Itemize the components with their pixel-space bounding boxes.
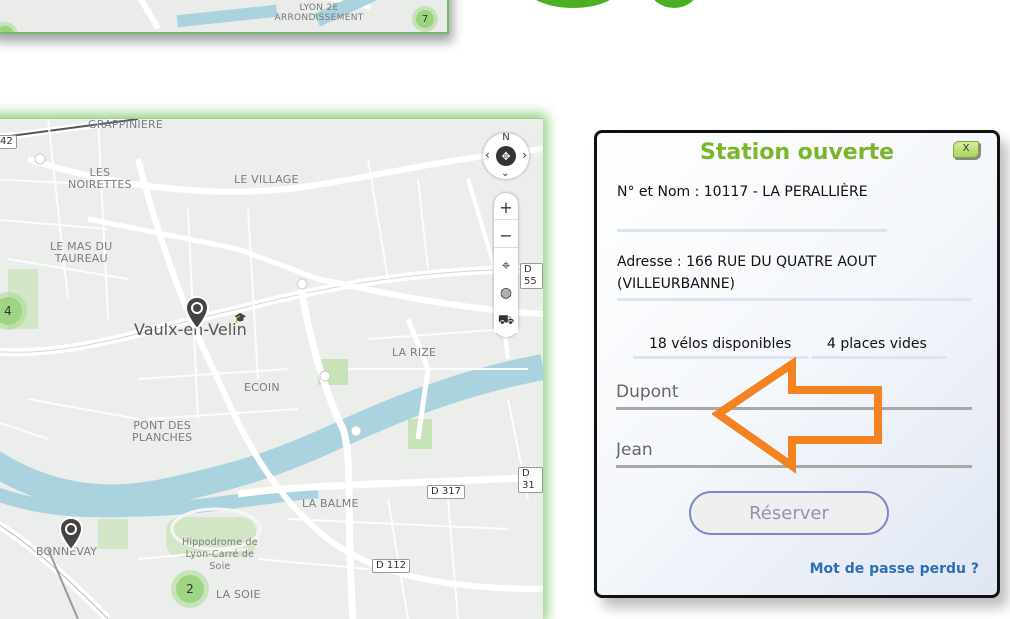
- reserve-button[interactable]: Réserver: [689, 491, 889, 535]
- compass-north-label: N: [502, 132, 510, 143]
- station-address-line2: (VILLEURBANNE): [617, 276, 736, 292]
- road-number: D 31: [518, 467, 543, 493]
- compass-left-arrow-icon[interactable]: ‹: [485, 148, 490, 162]
- bikes-available: 18 vélos disponibles: [649, 336, 792, 352]
- zoom-in-button[interactable]: +: [494, 195, 518, 220]
- map-label: LA RIZE: [392, 346, 437, 359]
- district-label: LYON 2E ARRONDISSEMENT: [274, 3, 364, 23]
- top-map-preview[interactable]: LYON 2E ARRONDISSEMENT 7: [0, 0, 449, 34]
- station-cluster[interactable]: [0, 26, 14, 32]
- decorative-leaf: [528, 0, 618, 8]
- station-number-name: N° et Nom : 10117 - LA PERALLIÈRE: [617, 184, 868, 200]
- zoom-out-button[interactable]: −: [494, 223, 518, 248]
- compass-reset-icon[interactable]: ✥: [496, 146, 516, 166]
- map-label: LES NOIRETTES: [68, 166, 132, 191]
- globe-icon[interactable]: ◍: [494, 281, 518, 305]
- station-map[interactable]: 🎓 42 D 55 D 31 D 317 D 112 GRAPPINIERE L…: [0, 118, 543, 619]
- map-label: LA BALME: [302, 497, 359, 510]
- road-number: D 55: [520, 263, 543, 289]
- divider: [617, 229, 887, 232]
- map-label: Hippodrome de Lyon-Carré de Soie: [182, 537, 258, 572]
- map-label: LE VILLAGE: [234, 173, 299, 186]
- map-label: ECOIN: [244, 381, 280, 394]
- empty-slots: 4 places vides: [827, 336, 927, 352]
- left-arrow-icon: [712, 356, 882, 474]
- station-cluster[interactable]: 7: [416, 10, 434, 28]
- station-cluster[interactable]: 2: [176, 575, 204, 603]
- station-address-line1: Adresse : 166 RUE DU QUATRE AOUT: [617, 254, 877, 270]
- close-button[interactable]: X: [953, 141, 979, 158]
- road-number: 42: [0, 135, 17, 149]
- locate-icon[interactable]: ⌖: [494, 253, 518, 277]
- forgot-password-link[interactable]: Mot de passe perdu ?: [810, 561, 979, 577]
- station-pin[interactable]: [58, 517, 84, 551]
- road-number: D 112: [372, 559, 410, 573]
- divider: [617, 298, 972, 301]
- vehicle-icon[interactable]: ⛟: [494, 309, 518, 333]
- station-pin[interactable]: [184, 296, 210, 330]
- compass-down-arrow-icon[interactable]: ⌄: [501, 168, 509, 179]
- map-label: GRAPPINIERE: [88, 118, 163, 131]
- panel-title: Station ouverte: [699, 140, 895, 165]
- compass-control[interactable]: N ‹ › ⌄ ✥: [483, 132, 529, 179]
- road-number: D 317: [427, 485, 465, 499]
- compass-right-arrow-icon[interactable]: ›: [522, 148, 527, 162]
- decorative-leaf: [650, 0, 698, 8]
- map-label: LE MAS DU TAUREAU: [50, 240, 113, 265]
- map-label: LA SOIE: [216, 588, 261, 601]
- map-label: PONT DES PLANCHES: [132, 419, 193, 444]
